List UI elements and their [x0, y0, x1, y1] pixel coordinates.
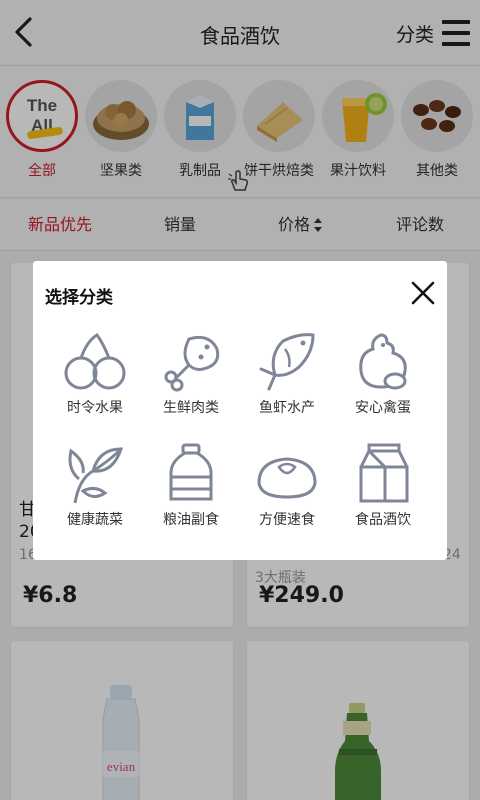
dialog-title: 选择分类 — [45, 288, 113, 308]
category-label: 粮油副食 — [163, 512, 219, 528]
category-label: 方便速食 — [259, 512, 315, 528]
category-label: 生鲜肉类 — [163, 400, 219, 416]
category-picker-dialog: 选择分类 时令水果 生鲜肉类 鱼虾水产 安心禽蛋 健康蔬菜 粮油副食 方便速食 … — [33, 261, 447, 560]
category-label: 食品酒饮 — [355, 512, 411, 528]
oil-bottle-icon — [169, 443, 213, 501]
category-vegetables[interactable]: 健康蔬菜 — [45, 443, 145, 529]
category-label: 安心禽蛋 — [355, 400, 411, 416]
category-fruit[interactable]: 时令水果 — [45, 331, 145, 417]
category-label: 健康蔬菜 — [67, 512, 123, 528]
milk-box-icon — [359, 443, 409, 503]
cherry-icon — [64, 333, 126, 390]
category-grain-oil[interactable]: 粮油副食 — [141, 443, 241, 529]
category-label: 鱼虾水产 — [259, 400, 315, 416]
drumstick-icon — [164, 335, 220, 392]
fish-icon — [259, 333, 315, 391]
category-meat[interactable]: 生鲜肉类 — [141, 331, 241, 417]
close-icon — [411, 281, 435, 305]
bun-icon — [257, 457, 317, 499]
chicken-egg-icon — [359, 333, 407, 390]
leaves-icon — [68, 447, 124, 504]
category-poultry-eggs[interactable]: 安心禽蛋 — [333, 331, 433, 417]
close-button[interactable] — [409, 279, 437, 307]
category-instant-food[interactable]: 方便速食 — [237, 443, 337, 529]
category-food-drinks[interactable]: 食品酒饮 — [333, 443, 433, 529]
category-label: 时令水果 — [67, 400, 123, 416]
category-seafood[interactable]: 鱼虾水产 — [237, 331, 337, 417]
